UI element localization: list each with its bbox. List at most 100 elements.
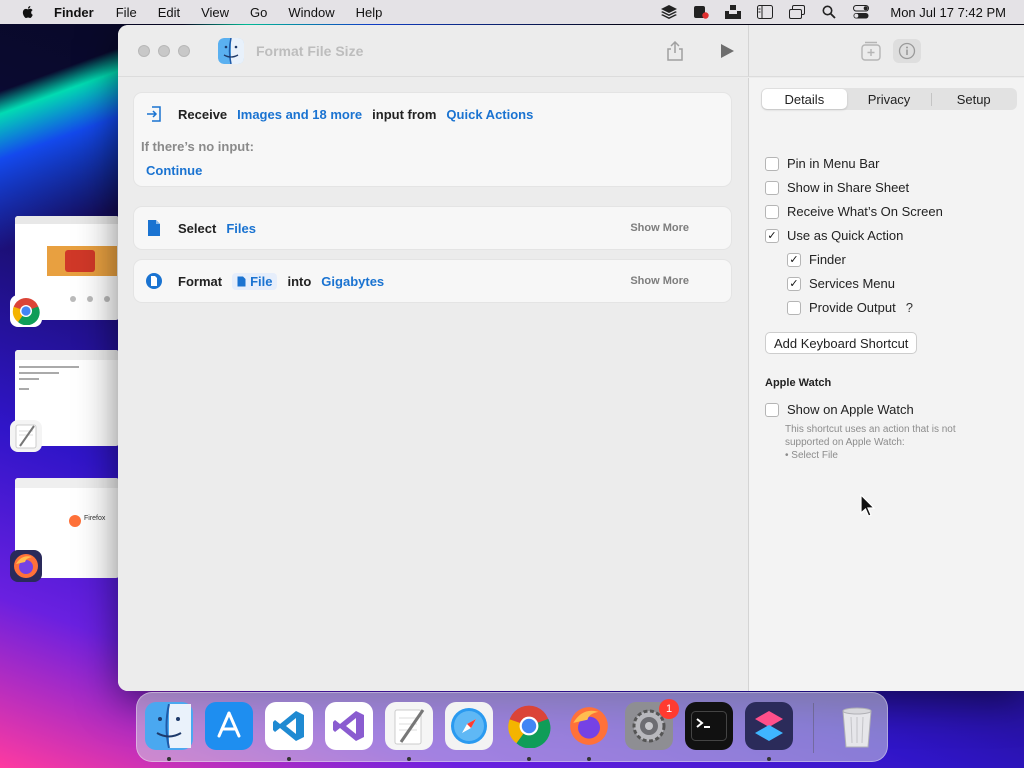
no-input-continue-token[interactable]: Continue	[146, 163, 202, 178]
menu-help[interactable]: Help	[356, 5, 383, 20]
dock-safari-icon[interactable]	[445, 702, 493, 750]
option-show-in-share-sheet[interactable]: Show in Share Sheet	[765, 180, 909, 195]
apple-watch-section-title: Apple Watch	[765, 377, 832, 389]
apple-watch-note: This shortcut uses an action that is not…	[785, 423, 995, 462]
dock-finder-icon[interactable]	[145, 702, 193, 750]
pin-in-menu-bar-checkbox[interactable]	[765, 156, 779, 171]
apple-watch-note-line-1: This shortcut uses an action that is not	[785, 424, 956, 435]
layers-icon[interactable]	[660, 4, 678, 20]
option-show-on-apple-watch[interactable]: Show on Apple Watch	[765, 402, 914, 417]
inbox-tray-icon[interactable]	[724, 4, 742, 20]
provide-output-checkbox[interactable]	[787, 300, 801, 315]
pin-in-menu-bar-label: Pin in Menu Bar	[787, 156, 880, 171]
add-keyboard-shortcut-button[interactable]: Add Keyboard Shortcut	[765, 332, 918, 354]
select-files-action-card[interactable]: Select Files Show More	[134, 207, 731, 249]
show-in-share-sheet-checkbox[interactable]	[765, 180, 779, 195]
dock: 1	[136, 692, 888, 762]
run-icon[interactable]	[719, 43, 735, 59]
info-button[interactable]	[893, 39, 921, 63]
finder-checkbox[interactable]: ✓	[787, 252, 801, 267]
dock-trash-icon[interactable]	[833, 702, 881, 750]
file-variable-icon	[237, 276, 246, 286]
option-use-as-quick-action[interactable]: ✓ Use as Quick Action	[765, 228, 903, 243]
file-variable-label: File	[250, 273, 273, 289]
menu-clock[interactable]: Mon Jul 17 7:42 PM	[890, 5, 1006, 20]
services-menu-label: Services Menu	[809, 276, 895, 291]
share-icon[interactable]	[666, 41, 684, 61]
finder-label: Finder	[809, 252, 846, 267]
menu-edit[interactable]: Edit	[158, 5, 180, 20]
format-file-size-action-card[interactable]: Format File into Gigabytes Show More	[134, 260, 731, 302]
dock-vscode-icon[interactable]	[265, 702, 313, 750]
control-center-icon[interactable]	[852, 4, 870, 20]
windows-icon[interactable]	[788, 4, 806, 20]
apple-menu-icon[interactable]	[20, 4, 36, 20]
zoom-button[interactable]	[178, 44, 190, 57]
menu-bar: Finder File Edit View Go Window Help Mon…	[0, 0, 1024, 24]
format-size-icon	[144, 271, 164, 291]
dock-textedit-icon[interactable]	[385, 702, 433, 750]
receive-middle-text: input from	[372, 106, 437, 122]
sidebar-toggle-icon[interactable]	[756, 4, 774, 20]
tab-details[interactable]: Details	[762, 89, 847, 109]
services-menu-checkbox[interactable]: ✓	[787, 276, 801, 291]
script-icon[interactable]	[692, 4, 710, 20]
input-types-token[interactable]: Images and 18 more	[237, 107, 362, 122]
chrome-app-icon[interactable]	[10, 295, 42, 327]
dock-firefox-icon[interactable]	[565, 702, 613, 750]
workflow-editor: Receive Images and 18 more input from Qu…	[118, 78, 748, 691]
show-on-apple-watch-checkbox[interactable]	[765, 402, 779, 417]
receive-action-card[interactable]: Receive Images and 18 more input from Qu…	[134, 93, 731, 186]
select-show-more-button[interactable]: Show More	[630, 222, 689, 234]
receive-on-screen-checkbox[interactable]	[765, 204, 779, 219]
dock-textedit-running-indicator	[407, 757, 411, 761]
show-on-apple-watch-label: Show on Apple Watch	[787, 402, 914, 417]
details-sidebar: Details Privacy Setup Pin in Menu Bar Sh…	[748, 78, 1024, 691]
dock-terminal-icon[interactable]	[685, 702, 733, 750]
show-in-share-sheet-label: Show in Share Sheet	[787, 180, 910, 195]
format-unit-token[interactable]: Gigabytes	[321, 274, 384, 289]
dock-finder-running-indicator	[167, 757, 171, 761]
receive-input-icon	[144, 104, 164, 124]
menu-window[interactable]: Window	[288, 5, 334, 20]
file-icon	[144, 218, 164, 238]
firefox-app-icon[interactable]	[10, 550, 42, 582]
format-show-more-button[interactable]: Show More	[630, 275, 689, 287]
option-provide-output[interactable]: Provide Output ?	[787, 300, 913, 315]
dock-firefox-running-indicator	[587, 757, 591, 761]
window-controls	[138, 44, 190, 57]
dock-separator	[813, 703, 814, 753]
window-title[interactable]: Format File Size	[256, 43, 363, 59]
menu-go[interactable]: Go	[250, 5, 267, 20]
search-icon[interactable]	[820, 4, 838, 20]
use-as-quick-action-checkbox[interactable]: ✓	[765, 228, 779, 243]
menu-file[interactable]: File	[116, 5, 137, 20]
file-variable-token[interactable]: File	[232, 272, 278, 290]
apple-watch-note-line-2: supported on Apple Watch:	[785, 437, 905, 448]
receive-on-screen-label: Receive What’s On Screen	[787, 204, 943, 219]
use-as-quick-action-label: Use as Quick Action	[787, 228, 904, 243]
minimize-button[interactable]	[158, 44, 170, 57]
option-finder[interactable]: ✓ Finder	[787, 252, 846, 267]
tab-privacy[interactable]: Privacy	[847, 89, 932, 109]
menu-view[interactable]: View	[201, 5, 229, 20]
provide-output-label: Provide Output	[809, 300, 896, 315]
dock-chrome-icon[interactable]	[505, 702, 553, 750]
help-icon[interactable]: ?	[906, 300, 913, 315]
close-button[interactable]	[138, 44, 150, 57]
option-pin-in-menu-bar[interactable]: Pin in Menu Bar	[765, 156, 880, 171]
menu-app-name[interactable]: Finder	[54, 5, 94, 20]
dock-app-store-icon[interactable]	[205, 702, 253, 750]
apple-watch-note-line-3: • Select File	[785, 450, 838, 461]
textedit-app-icon[interactable]	[10, 420, 42, 452]
dock-shortcuts-icon[interactable]	[745, 702, 793, 750]
format-keyword: Format	[178, 273, 223, 289]
tab-setup[interactable]: Setup	[931, 89, 1016, 109]
add-to-library-icon[interactable]	[861, 41, 881, 61]
select-keyword: Select	[178, 220, 217, 236]
select-target-token[interactable]: Files	[226, 221, 256, 236]
dock-visual-studio-icon[interactable]	[325, 702, 373, 750]
input-source-token[interactable]: Quick Actions	[446, 107, 533, 122]
option-services-menu[interactable]: ✓ Services Menu	[787, 276, 895, 291]
option-receive-on-screen[interactable]: Receive What’s On Screen	[765, 204, 943, 219]
